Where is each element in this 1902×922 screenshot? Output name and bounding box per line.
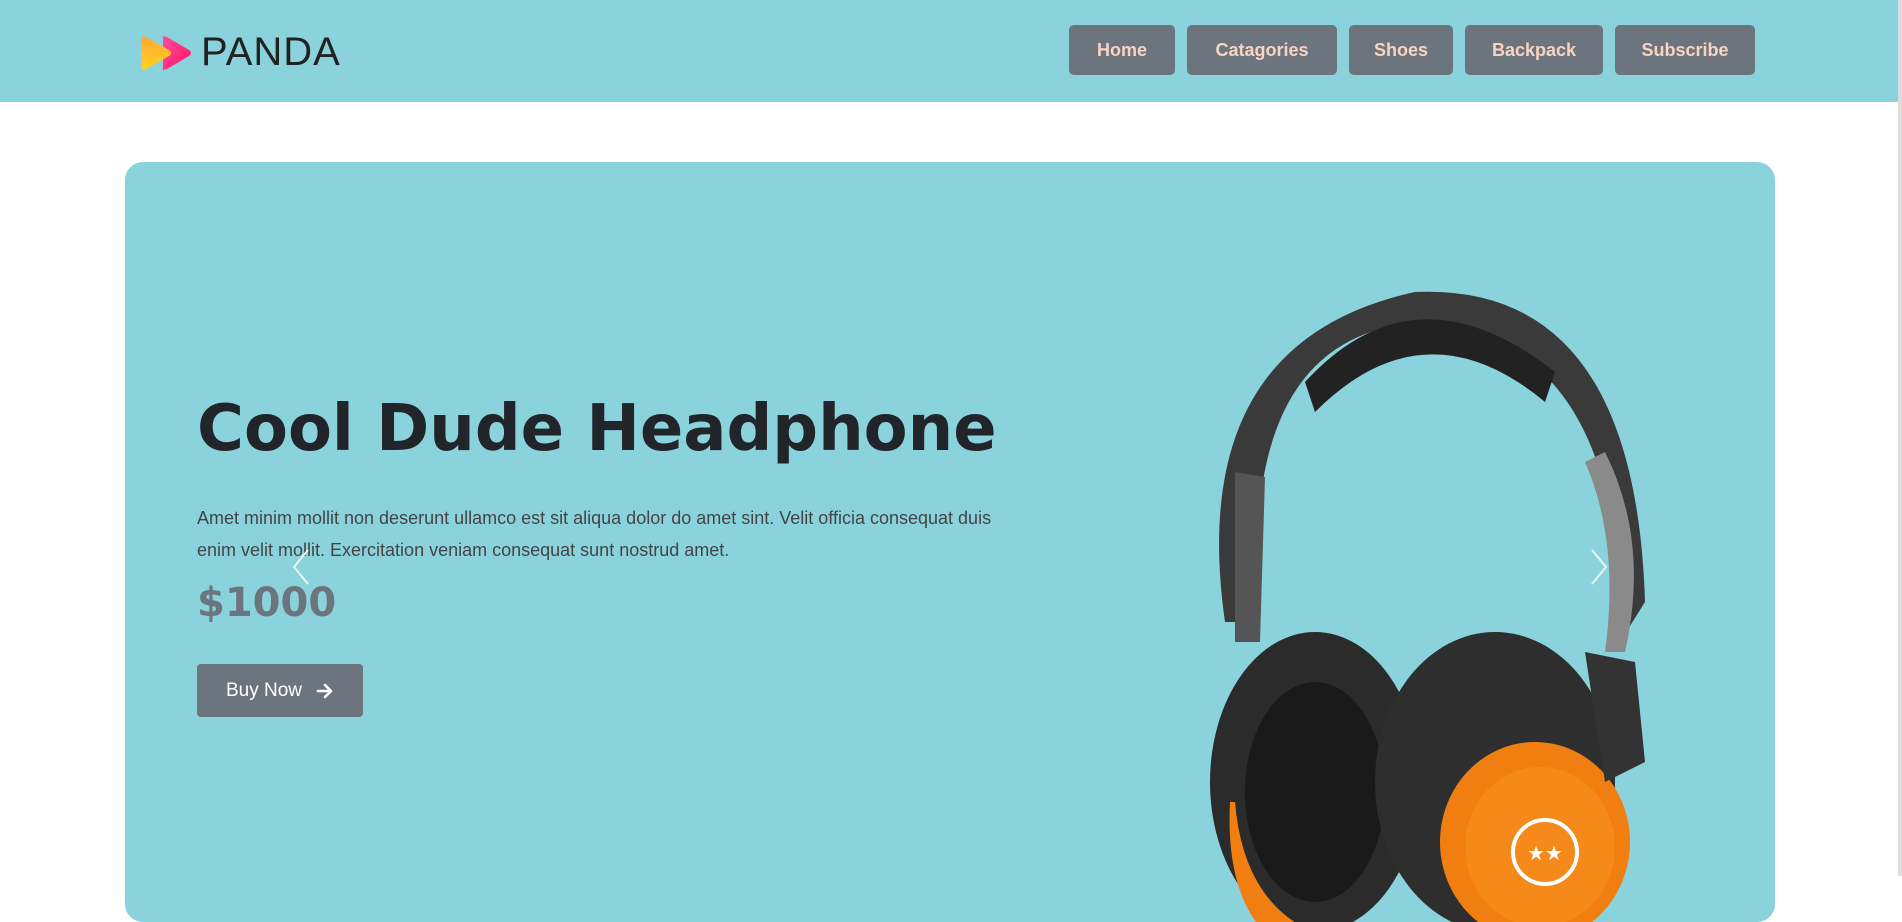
nav-catagories[interactable]: Catagories xyxy=(1187,25,1337,75)
nav-subscribe[interactable]: Subscribe xyxy=(1615,25,1755,75)
carousel-prev-icon[interactable] xyxy=(280,542,320,592)
nav-shoes[interactable]: Shoes xyxy=(1349,25,1453,75)
brand-logo[interactable]: PANDA xyxy=(139,30,341,75)
carousel-next-icon[interactable] xyxy=(1580,542,1620,592)
nav-home[interactable]: Home xyxy=(1069,25,1175,75)
buy-now-button[interactable]: Buy Now xyxy=(197,664,363,717)
hero-description: Amet minim mollit non deserunt ullamco e… xyxy=(197,508,992,560)
navbar: PANDA Home Catagories Shoes Backpack Sub… xyxy=(0,0,1898,102)
main-nav: Home Catagories Shoes Backpack Subscribe xyxy=(1069,25,1755,75)
hero-carousel: Cool Dude Headphone Amet minim mollit no… xyxy=(125,162,1775,922)
arrow-right-icon xyxy=(316,683,333,698)
logo-icon xyxy=(141,35,191,70)
page-scrollbar[interactable] xyxy=(1898,0,1902,876)
brand-name: PANDA xyxy=(201,30,341,74)
svg-text:★★: ★★ xyxy=(1527,841,1563,865)
nav-backpack[interactable]: Backpack xyxy=(1465,25,1603,75)
hero-title: Cool Dude Headphone xyxy=(197,392,997,466)
buy-now-label: Buy Now xyxy=(225,679,303,701)
